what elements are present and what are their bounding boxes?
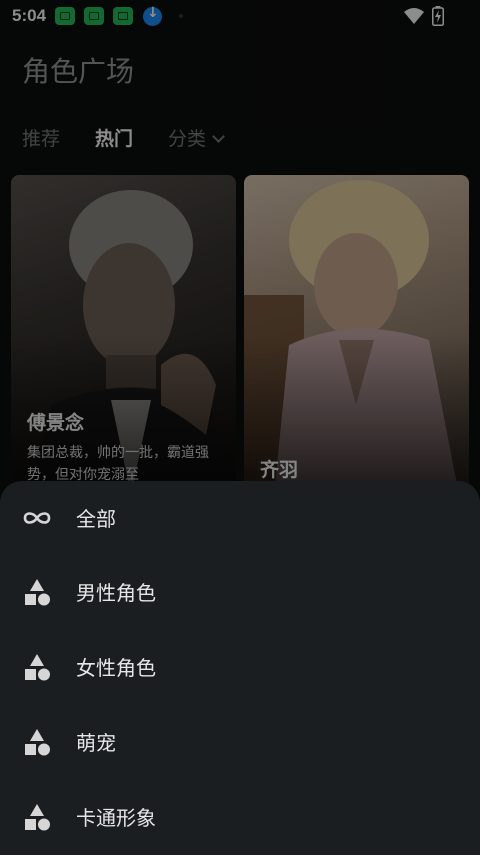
menu-item-label: 男性角色	[76, 581, 156, 605]
menu-item-label: 萌宠	[76, 731, 116, 755]
menu-item-label: 卡通形象	[76, 806, 156, 830]
menu-item-pets[interactable]: 萌宠	[0, 705, 480, 779]
shapes-icon	[25, 579, 50, 606]
menu-item-female[interactable]: 女性角色	[0, 630, 480, 704]
shapes-icon	[25, 654, 50, 681]
menu-item-label: 女性角色	[76, 656, 156, 680]
menu-item-cartoon[interactable]: 卡通形象	[0, 780, 480, 854]
shapes-icon	[25, 804, 50, 831]
menu-item-all[interactable]: 全部	[0, 481, 480, 555]
menu-item-male[interactable]: 男性角色	[0, 555, 480, 629]
shapes-icon	[25, 729, 50, 756]
category-bottom-sheet: 全部 男性角色 女性角色 萌宠 卡通形象	[0, 481, 480, 855]
infinity-icon	[23, 512, 51, 524]
menu-item-label: 全部	[76, 507, 116, 531]
